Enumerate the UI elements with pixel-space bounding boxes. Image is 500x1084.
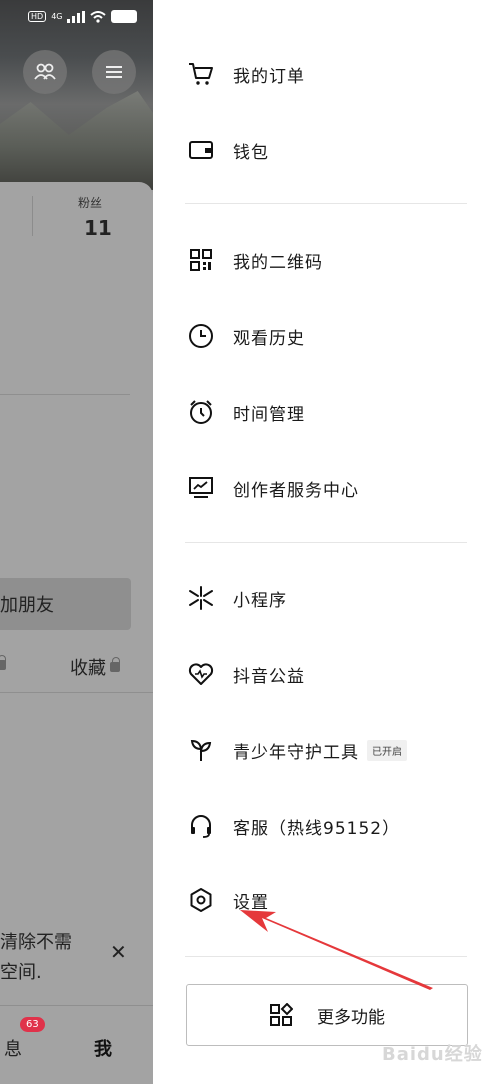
- menu-item-qrcode[interactable]: 我的二维码: [187, 240, 323, 280]
- menu-item-label: 钱包: [233, 142, 269, 163]
- background-profile-page: HD 4G 粉丝 11 加朋友 收藏 清除不需 空间. ✕ 息 63 我: [0, 0, 153, 1084]
- menu-item-label: 客服（热线95152）: [233, 818, 401, 839]
- close-icon[interactable]: ✕: [110, 940, 127, 964]
- menu-item-label: 创作者服务中心: [233, 480, 359, 501]
- favorites-label: 收藏: [70, 658, 106, 679]
- menu-item-customer-service[interactable]: 客服（热线95152）: [187, 806, 400, 846]
- wifi-icon: [90, 10, 107, 23]
- network-label: 4G: [51, 12, 63, 21]
- mini-program-icon: [187, 584, 215, 612]
- clock-icon: [187, 322, 215, 350]
- nav-message-tab[interactable]: 息: [4, 1035, 22, 1061]
- monitor-chart-icon: [187, 474, 215, 502]
- menu-item-label: 观看历史: [233, 328, 305, 349]
- tip-line: 空间.: [0, 962, 42, 983]
- menu-item-label: 小程序: [233, 590, 287, 611]
- side-drawer: 我的订单 钱包 我的二维码 观看历史 时间管理 创作者服务中心 小程序 抖音公益…: [153, 0, 500, 1084]
- menu-icon[interactable]: [92, 50, 136, 94]
- menu-item-orders[interactable]: 我的订单: [187, 54, 305, 94]
- menu-item-wallet[interactable]: 钱包: [187, 130, 269, 170]
- menu-item-youth-tool[interactable]: 青少年守护工具 已开启: [187, 730, 407, 770]
- cart-icon: [187, 60, 215, 88]
- menu-item-label: 青少年守护工具: [233, 742, 359, 763]
- wallet-icon: [187, 136, 215, 164]
- menu-item-charity[interactable]: 抖音公益: [187, 654, 305, 694]
- divider: [185, 203, 467, 204]
- nav-me-tab[interactable]: 我: [94, 1035, 112, 1061]
- heart-icon: [187, 660, 215, 688]
- menu-item-label: 时间管理: [233, 404, 305, 425]
- divider: [185, 956, 467, 957]
- stats-divider: [32, 196, 33, 236]
- divider: [0, 394, 130, 395]
- headset-icon: [187, 812, 215, 840]
- sprout-icon: [187, 736, 215, 764]
- menu-item-label: 抖音公益: [233, 666, 305, 687]
- divider: [185, 542, 467, 543]
- lock-icon: [0, 655, 6, 670]
- bottom-nav: [0, 1005, 153, 1084]
- gear-icon: [187, 886, 215, 914]
- qrcode-icon: [187, 246, 215, 274]
- watermark: Baidu经验: [382, 1044, 483, 1065]
- friends-icon[interactable]: [23, 50, 67, 94]
- alarm-clock-icon: [187, 398, 215, 426]
- enabled-badge: 已开启: [367, 739, 407, 761]
- menu-item-history[interactable]: 观看历史: [187, 316, 305, 356]
- add-friend-button[interactable]: 加朋友: [0, 578, 131, 630]
- menu-item-mini-program[interactable]: 小程序: [187, 578, 287, 618]
- profile-cover: [0, 0, 153, 190]
- apps-icon: [269, 1003, 293, 1027]
- more-functions-label: 更多功能: [317, 1007, 385, 1028]
- menu-item-label: 我的订单: [233, 66, 305, 87]
- menu-item-label: 我的二维码: [233, 252, 323, 273]
- menu-item-creator-center[interactable]: 创作者服务中心: [187, 468, 359, 508]
- fans-label: 粉丝: [78, 196, 103, 210]
- storage-tip: 清除不需 空间.: [0, 928, 100, 988]
- message-badge: 63: [20, 1017, 45, 1032]
- divider: [0, 692, 153, 693]
- battery-icon: [111, 10, 138, 23]
- status-bar: HD 4G: [28, 10, 138, 23]
- add-friend-label: 加朋友: [0, 595, 54, 616]
- menu-item-time-management[interactable]: 时间管理: [187, 392, 305, 432]
- hd-icon: HD: [28, 11, 47, 22]
- lock-icon: [110, 657, 120, 672]
- menu-item-label: 设置: [233, 892, 269, 913]
- favorites-tab[interactable]: 收藏: [70, 654, 120, 680]
- signal-icon: [67, 10, 86, 23]
- fans-count[interactable]: 11: [84, 216, 112, 240]
- tip-line: 清除不需: [0, 932, 72, 953]
- menu-item-settings[interactable]: 设置: [187, 880, 269, 920]
- more-functions-button[interactable]: 更多功能: [186, 984, 468, 1046]
